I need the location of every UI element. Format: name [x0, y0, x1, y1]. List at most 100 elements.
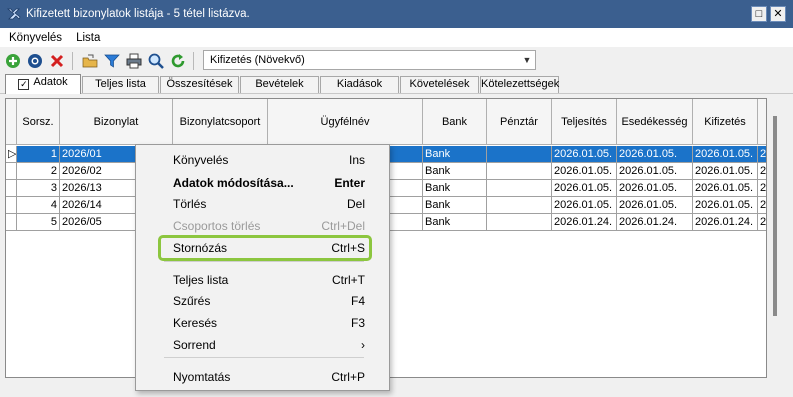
filter-icon[interactable]	[103, 52, 121, 70]
checkbox-icon: ✓	[18, 79, 30, 90]
menu-item-shortcut: Ctrl+S	[331, 241, 365, 255]
table-cell[interactable]: Bank	[423, 180, 487, 197]
window-title: Kifizetett bizonylatok listája - 5 tétel…	[26, 8, 250, 20]
menu-item-label: Keresés	[173, 316, 218, 330]
header-esedekesseg[interactable]: Esedékesség	[617, 99, 693, 145]
refresh-icon[interactable]	[169, 52, 187, 70]
table-cell[interactable]	[487, 214, 552, 231]
table-cell[interactable]: 2	[758, 180, 766, 197]
table-cell[interactable]: 2	[758, 197, 766, 214]
table-cell[interactable]: 2	[758, 214, 766, 231]
table-cell[interactable]: 2026.01.24.	[552, 214, 617, 231]
grid-area: Sorsz. Bizonylat Bizonylatcsoport Ügyfél…	[0, 94, 793, 397]
toolbar-separator	[72, 51, 73, 70]
header-more[interactable]	[758, 99, 766, 145]
tab-teljes-lista[interactable]: Teljes lista	[82, 76, 159, 93]
table-cell[interactable]: 2026.01.05.	[552, 180, 617, 197]
chevron-right-icon: ›	[361, 338, 365, 352]
menu-item-shortcut: Ctrl+P	[331, 370, 365, 384]
search-icon[interactable]	[147, 52, 165, 70]
menu-item-shortcut: Ctrl+Del	[321, 219, 365, 233]
header-ugyfelnev[interactable]: Ügyfélnév	[268, 99, 423, 145]
table-cell[interactable]: Bank	[423, 197, 487, 214]
menu-item-konyveles[interactable]: Könyvelés Ins	[136, 149, 391, 171]
menu-item-teljes-lista[interactable]: Teljes lista Ctrl+T	[136, 269, 391, 291]
table-cell[interactable]: 2026.01.05.	[693, 146, 758, 163]
table-cell[interactable]: Bank	[423, 214, 487, 231]
tab-strip: ✓ Adatok Teljes lista Összesítések Bevéte…	[0, 74, 793, 94]
header-bizonylatcsoport[interactable]: Bizonylatcsoport	[173, 99, 268, 145]
table-cell[interactable]: Bank	[423, 163, 487, 180]
app-icon	[6, 8, 21, 20]
tab-kovetelesek[interactable]: Követelések	[400, 76, 479, 93]
table-cell[interactable]: 2026.01.05.	[617, 163, 693, 180]
menu-item-stornozas[interactable]: Stornózás Ctrl+S	[158, 235, 372, 261]
tab-adatok[interactable]: ✓ Adatok	[5, 74, 81, 94]
row-pointer-icon: ▷	[6, 146, 17, 163]
menu-item-shortcut: Enter	[334, 176, 365, 190]
menu-item-label: Könyvelés	[173, 153, 229, 167]
header-penztar[interactable]: Pénztár	[487, 99, 552, 145]
table-cell[interactable]: 3	[17, 180, 60, 197]
table-cell[interactable]: 2026.01.24.	[693, 214, 758, 231]
table-cell[interactable]: 5	[17, 214, 60, 231]
table-cell[interactable]	[487, 146, 552, 163]
chevron-down-icon: ▼	[522, 55, 532, 65]
add-icon[interactable]	[4, 52, 22, 70]
delete-icon[interactable]	[48, 52, 66, 70]
header-bizonylat[interactable]: Bizonylat	[60, 99, 173, 145]
vertical-scrollbar[interactable]	[767, 98, 784, 378]
menu-item-label: Nyomtatás	[173, 370, 231, 384]
table-cell[interactable]: 2026.01.24.	[617, 214, 693, 231]
open-folder-icon[interactable]	[81, 52, 99, 70]
table-cell[interactable]: 2	[17, 163, 60, 180]
table-cell[interactable]: 2026.01.05.	[617, 197, 693, 214]
table-cell[interactable]: 2	[758, 146, 766, 163]
context-menu: Könyvelés Ins Adatok módosítása... Enter Tör…	[135, 144, 390, 391]
menu-item-adatok-modositasa[interactable]: Adatok módosítása... Enter	[136, 172, 391, 194]
table-cell[interactable]: 2026.01.05.	[617, 180, 693, 197]
table-cell[interactable]: Bank	[423, 146, 487, 163]
sort-order-select[interactable]: Kifizetés (Növekvő) ▼	[203, 50, 536, 70]
table-cell[interactable]: 2	[758, 163, 766, 180]
toolbar: Kifizetés (Növekvő) ▼	[0, 47, 793, 74]
header-sorsz[interactable]: Sorsz.	[17, 99, 60, 145]
scrollbar-thumb[interactable]	[773, 116, 777, 316]
row-indicator	[6, 180, 17, 197]
table-cell[interactable]: 2026.01.05.	[552, 197, 617, 214]
menu-item-sorrend[interactable]: Sorrend ›	[136, 334, 391, 356]
table-cell[interactable]: 4	[17, 197, 60, 214]
menu-item-kereses[interactable]: Keresés F3	[136, 312, 391, 334]
table-cell[interactable]: 2026.01.05.	[693, 197, 758, 214]
tab-kotelezettsegek[interactable]: Kötelezettségek	[480, 76, 559, 93]
tab-bevetelek[interactable]: Bevételek	[240, 76, 319, 93]
menu-item-label: Törlés	[173, 197, 207, 211]
header-bank[interactable]: Bank	[423, 99, 487, 145]
table-cell[interactable]: 2026.01.05.	[552, 163, 617, 180]
table-cell[interactable]	[487, 197, 552, 214]
tab-kiadasok[interactable]: Kiadások	[320, 76, 399, 93]
print-icon[interactable]	[125, 52, 143, 70]
table-cell[interactable]: 2026.01.05.	[693, 163, 758, 180]
close-button[interactable]: ✕	[770, 6, 786, 22]
menu-bar: Könyvelés Lista	[0, 28, 793, 47]
table-cell[interactable]: 1	[17, 146, 60, 163]
menu-item-szures[interactable]: Szűrés F4	[136, 290, 391, 312]
menu-item-label: Adatok módosítása...	[173, 176, 294, 190]
menu-item-torles[interactable]: Törlés Del	[136, 193, 391, 215]
table-cell[interactable]: 2026.01.05.	[552, 146, 617, 163]
table-cell[interactable]: 2026.01.05.	[617, 146, 693, 163]
maximize-button[interactable]: □	[751, 6, 767, 22]
menu-lista[interactable]: Lista	[71, 32, 105, 44]
edit-icon[interactable]	[26, 52, 44, 70]
table-cell[interactable]	[487, 180, 552, 197]
menu-konyveles[interactable]: Könyvelés	[4, 32, 67, 44]
table-cell[interactable]	[487, 163, 552, 180]
header-kifizetes[interactable]: Kifizetés	[693, 99, 758, 145]
header-teljesites[interactable]: Teljesítés	[552, 99, 617, 145]
menu-item-shortcut: F3	[350, 316, 365, 330]
table-cell[interactable]: 2026.01.05.	[693, 180, 758, 197]
menu-item-nyomtatas[interactable]: Nyomtatás Ctrl+P	[136, 366, 391, 388]
tab-osszesitesek[interactable]: Összesítések	[160, 76, 239, 93]
menu-item-shortcut: F4	[350, 294, 365, 308]
